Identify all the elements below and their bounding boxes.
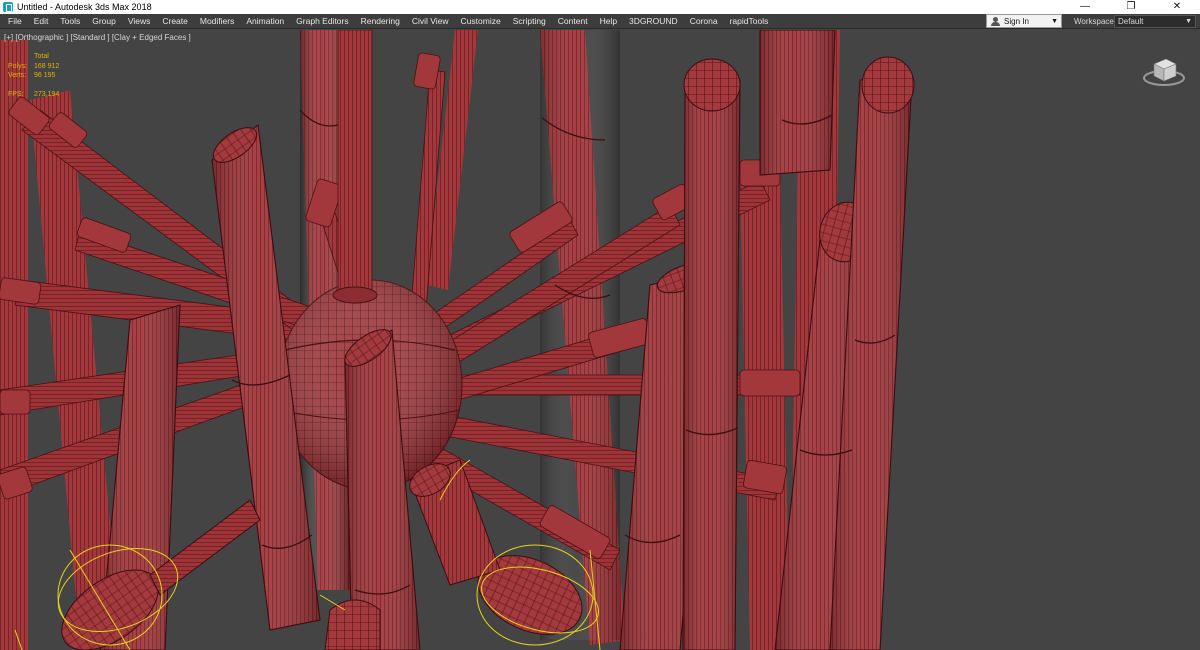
chevron-down-icon: ▼: [1051, 17, 1058, 25]
restore-icon[interactable]: ❐: [1108, 0, 1154, 14]
stats-polys: Polys: 168 912: [8, 62, 59, 72]
stats-fps: FPS: 273,194: [8, 90, 59, 100]
viewcube-icon[interactable]: [1140, 50, 1188, 90]
verts-label: Verts:: [8, 72, 26, 79]
menu-item-modifiers[interactable]: Modifiers: [194, 14, 240, 29]
menu-item-scripting[interactable]: Scripting: [507, 14, 552, 29]
stats-verts: Verts: 96 195: [8, 71, 59, 81]
minimize-icon[interactable]: —: [1062, 0, 1108, 14]
sign-in-label: Sign In: [1004, 16, 1029, 26]
fps-label: FPS:: [8, 90, 24, 98]
menu-item-create[interactable]: Create: [156, 14, 194, 29]
menu-item-civil-view[interactable]: Civil View: [406, 14, 455, 29]
close-icon[interactable]: ✕: [1154, 0, 1200, 14]
menu-item-corona[interactable]: Corona: [684, 14, 724, 29]
title-bar: Untitled - Autodesk 3ds Max 2018 — ❐ ✕: [0, 0, 1200, 14]
workspaces-value: Default: [1118, 17, 1144, 26]
verts-value: 96 195: [34, 72, 56, 79]
workspaces-select[interactable]: Default ▼: [1114, 15, 1196, 28]
menu-item-3dground[interactable]: 3DGROUND: [623, 14, 684, 29]
menu-bar: File Edit Tools Group Views Create Modifiers An…: [0, 14, 1200, 29]
menu-items: File Edit Tools Group Views Create Modifiers An…: [0, 14, 774, 29]
polys-value: 168 912: [34, 62, 60, 70]
stats-header: Total: [34, 53, 49, 60]
viewport-stats: Total Polys: 168 912 Verts: 96 195 FPS: …: [8, 52, 59, 99]
fps-value: 273,194: [34, 90, 60, 98]
menu-item-content[interactable]: Content: [552, 14, 594, 29]
menu-item-rapidtools[interactable]: rapidTools: [724, 14, 775, 29]
scene-mesh[interactable]: [0, 30, 1200, 650]
menu-item-tools[interactable]: Tools: [54, 14, 86, 29]
menu-item-animation[interactable]: Animation: [240, 14, 290, 29]
window-title: Untitled - Autodesk 3ds Max 2018: [17, 2, 152, 12]
viewport[interactable]: [+] [Orthographic ] [Standard ] [Clay + …: [0, 30, 1200, 650]
app-icon[interactable]: [3, 2, 13, 12]
polys-label: Polys:: [8, 62, 28, 70]
viewport-label[interactable]: [+] [Orthographic ] [Standard ] [Clay + …: [4, 33, 191, 42]
menu-item-edit[interactable]: Edit: [28, 14, 55, 29]
menu-item-graph-editors[interactable]: Graph Editors: [290, 14, 354, 29]
menu-item-group[interactable]: Group: [86, 14, 122, 29]
user-icon: [991, 16, 1000, 26]
sign-in-button[interactable]: Sign In ▼: [986, 14, 1062, 28]
menu-item-help[interactable]: Help: [594, 14, 623, 29]
menu-item-customize[interactable]: Customize: [455, 14, 507, 29]
chevron-down-icon: ▼: [1185, 18, 1192, 25]
menu-item-file[interactable]: File: [2, 14, 28, 29]
menu-item-views[interactable]: Views: [122, 14, 157, 29]
menu-item-rendering[interactable]: Rendering: [355, 14, 406, 29]
